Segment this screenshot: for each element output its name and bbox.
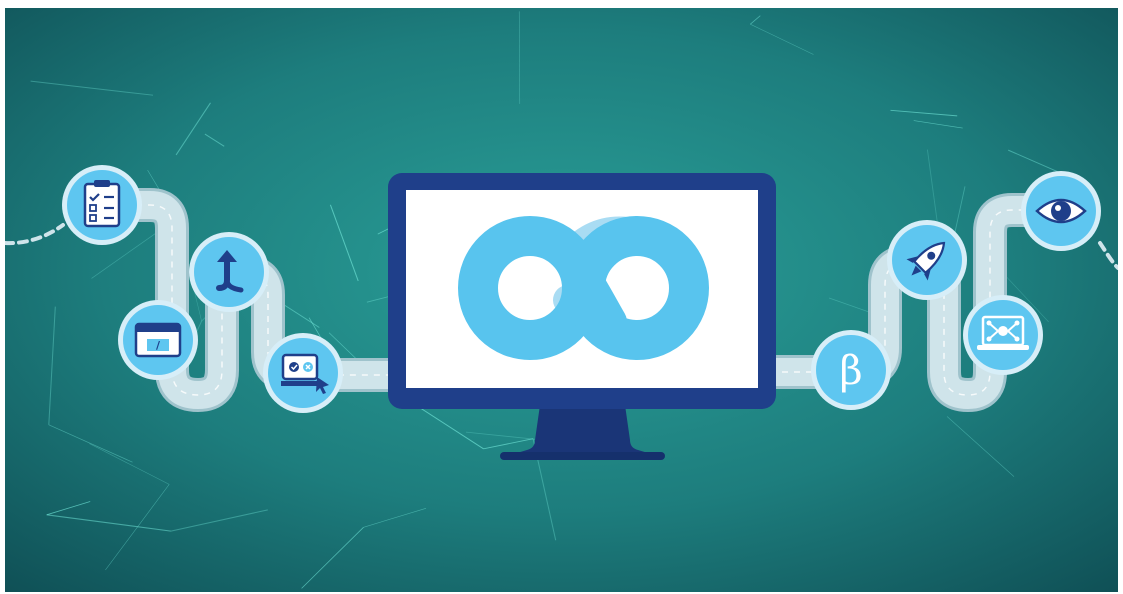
devops-illustration: / β <box>0 0 1123 594</box>
code-window-icon: / <box>118 300 198 380</box>
branch-arrow-icon <box>189 232 269 312</box>
beta-glyph: β <box>839 348 862 394</box>
beta-icon: β <box>811 330 891 410</box>
monitor-base <box>500 452 665 460</box>
automation-monitor-icon <box>263 333 343 413</box>
eye-icon <box>1021 171 1101 251</box>
monitor-network-icon <box>963 295 1043 375</box>
rocket-icon <box>887 220 967 300</box>
checklist-icon <box>62 165 142 245</box>
illustration-canvas: / β <box>0 0 1123 594</box>
